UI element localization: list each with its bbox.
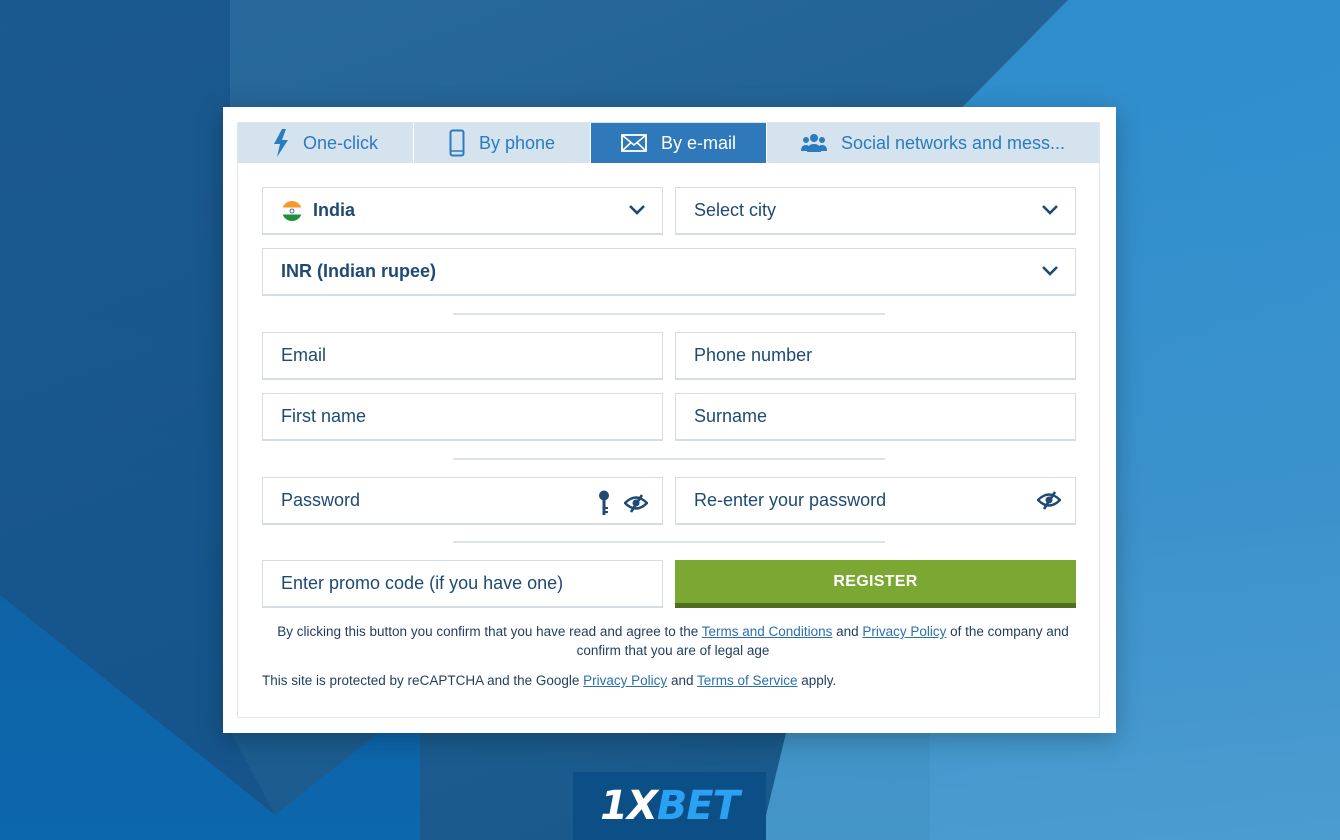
surname-field[interactable]: Surname [675, 393, 1076, 441]
city-select[interactable]: Select city [675, 187, 1076, 235]
phone-icon [449, 129, 465, 157]
divider [453, 541, 885, 543]
india-flag-icon [282, 200, 302, 221]
registration-tabs: One-click By phone By e-mail Social netw… [238, 123, 1099, 163]
google-terms-link[interactable]: Terms of Service [697, 673, 798, 688]
country-select[interactable]: India [262, 187, 663, 235]
chevron-down-icon [629, 205, 645, 215]
notice-text: and [667, 673, 697, 688]
currency-select[interactable]: INR (Indian rupee) [262, 248, 1076, 296]
first-name-field[interactable]: First name [262, 393, 663, 441]
tab-social-networks[interactable]: Social networks and mess... [767, 123, 1099, 163]
first-name-placeholder: First name [281, 406, 367, 426]
phone-field[interactable]: Phone number [675, 332, 1076, 380]
eye-hidden-icon[interactable] [624, 493, 648, 513]
notice-text: apply. [797, 673, 837, 688]
surname-placeholder: Surname [694, 406, 768, 426]
notice-text: This site is protected by reCAPTCHA and … [262, 673, 584, 688]
envelope-icon [621, 134, 647, 152]
email-placeholder: Email [281, 345, 327, 365]
divider [453, 313, 885, 315]
password-repeat-field[interactable]: Re-enter your password [675, 477, 1076, 525]
lightning-icon [273, 129, 288, 157]
key-icon[interactable] [598, 490, 610, 516]
divider [453, 458, 885, 460]
phone-placeholder: Phone number [694, 345, 813, 365]
privacy-policy-link[interactable]: Privacy Policy [862, 624, 946, 639]
password-field[interactable]: Password [262, 477, 663, 525]
recaptcha-notice: This site is protected by reCAPTCHA and … [262, 671, 1092, 690]
promo-placeholder: Enter promo code (if you have one) [281, 573, 564, 593]
chevron-down-icon [1042, 266, 1058, 276]
users-icon [800, 134, 827, 152]
email-field[interactable]: Email [262, 332, 663, 380]
registration-card: One-click By phone By e-mail Social netw… [223, 107, 1116, 733]
register-button[interactable]: REGISTER [675, 560, 1076, 608]
logo-part-white: 1X [600, 783, 658, 829]
logo-part-blue: BET [656, 783, 740, 829]
currency-value: INR (Indian rupee) [281, 261, 437, 281]
eye-hidden-icon[interactable] [1037, 490, 1061, 510]
tab-by-email[interactable]: By e-mail [591, 123, 767, 163]
1xbet-logo: 1X BET [573, 772, 766, 840]
tab-one-click[interactable]: One-click [238, 123, 414, 163]
password-repeat-placeholder: Re-enter your password [694, 490, 887, 510]
city-placeholder: Select city [694, 200, 777, 220]
notice-text: and [832, 624, 863, 639]
google-privacy-link[interactable]: Privacy Policy [583, 673, 667, 688]
terms-link[interactable]: Terms and Conditions [702, 624, 833, 639]
tab-label: Social networks and mess... [840, 132, 1066, 153]
tab-label: By e-mail [660, 132, 736, 153]
promo-code-field[interactable]: Enter promo code (if you have one) [262, 560, 663, 608]
country-value: India [313, 200, 356, 220]
password-placeholder: Password [281, 490, 361, 510]
chevron-down-icon [1042, 205, 1058, 215]
tab-by-phone[interactable]: By phone [414, 123, 591, 163]
tab-label: By phone [478, 132, 556, 153]
registration-form: One-click By phone By e-mail Social netw… [237, 122, 1100, 718]
notice-text: By clicking this button you confirm that… [277, 624, 702, 639]
tab-label: One-click [302, 132, 378, 153]
terms-notice: By clicking this button you confirm that… [258, 622, 1088, 660]
